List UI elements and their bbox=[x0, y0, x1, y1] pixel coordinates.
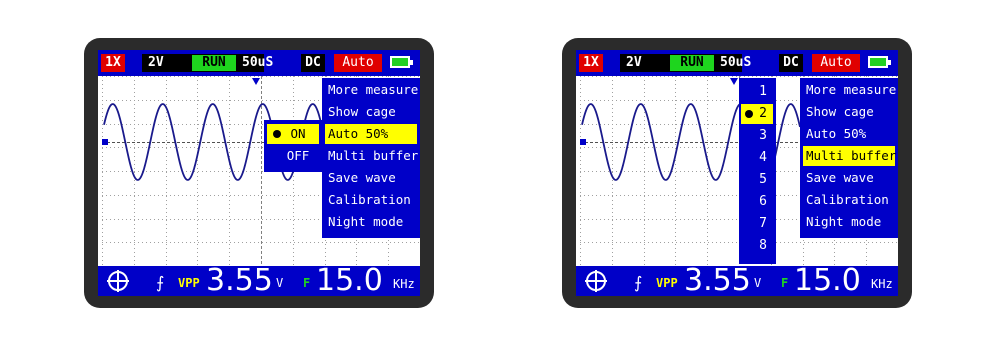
rising-edge-icon: ⨍ bbox=[634, 273, 643, 292]
menu-item-save-wave[interactable]: Save wave bbox=[803, 168, 895, 188]
submenu-option-off[interactable]: OFF bbox=[267, 146, 319, 166]
ground-marker-icon bbox=[102, 139, 108, 145]
submenu-option-on[interactable]: ON bbox=[267, 124, 319, 144]
coupling-mode[interactable]: DC bbox=[779, 54, 803, 72]
trigger-marker-icon bbox=[730, 78, 738, 85]
selected-dot-icon bbox=[273, 130, 281, 138]
crosshair-icon[interactable] bbox=[106, 269, 130, 293]
coupling-mode[interactable]: DC bbox=[301, 54, 325, 72]
vpp-unit: V bbox=[754, 276, 762, 290]
buffer-option-2[interactable]: 2 bbox=[741, 104, 773, 124]
menu-item-calibration[interactable]: Calibration bbox=[803, 190, 895, 210]
menu-item-auto-50[interactable]: Auto 50% bbox=[325, 124, 417, 144]
frequency-value: 15.0 bbox=[794, 263, 861, 296]
buffer-option-5[interactable]: 5 bbox=[741, 170, 773, 190]
measurement-bar: ⨍ VPP 3.55 V F 15.0 KHz bbox=[98, 263, 420, 296]
menu-item-auto-50[interactable]: Auto 50% bbox=[803, 124, 895, 144]
frequency-label: F bbox=[781, 276, 789, 290]
trigger-mode[interactable]: Auto bbox=[812, 54, 860, 72]
menu-item-more-measure[interactable]: More measure bbox=[325, 80, 418, 100]
run-status-badge[interactable]: RUN bbox=[192, 55, 236, 71]
oscilloscope-screen: 1X 2V RUN 50uS DC Auto More measure Show… bbox=[98, 50, 420, 296]
battery-tip bbox=[888, 60, 891, 65]
vpp-unit: V bbox=[276, 276, 284, 290]
auto50-submenu: ON OFF bbox=[264, 120, 322, 172]
probe-attenuation[interactable]: 1X bbox=[101, 54, 125, 72]
timebase[interactable]: 50uS bbox=[720, 54, 751, 72]
trigger-mode[interactable]: Auto bbox=[334, 54, 382, 72]
volts-per-div[interactable]: 2V bbox=[626, 54, 642, 72]
frequency-unit: KHz bbox=[871, 277, 893, 291]
menu-item-show-cage[interactable]: Show cage bbox=[803, 102, 895, 122]
context-menu: More measure Show cage Auto 50% Multi bu… bbox=[322, 78, 420, 238]
vpp-value: 3.55 bbox=[684, 263, 751, 296]
battery-icon bbox=[868, 56, 888, 68]
buffer-option-6[interactable]: 6 bbox=[741, 192, 773, 212]
trigger-marker-icon bbox=[252, 78, 260, 85]
menu-item-night-mode[interactable]: Night mode bbox=[325, 212, 417, 232]
status-bar: 1X 2V RUN 50uS DC Auto bbox=[576, 50, 898, 76]
menu-item-multi-buffer[interactable]: Multi buffer bbox=[803, 146, 896, 166]
frequency-value: 15.0 bbox=[316, 263, 383, 296]
submenu-option-on-label: ON bbox=[290, 126, 306, 141]
vpp-label: VPP bbox=[656, 276, 678, 290]
probe-attenuation[interactable]: 1X bbox=[579, 54, 603, 72]
submenu-option-off-label: OFF bbox=[286, 148, 310, 163]
oscilloscope-screen: 1X 2V RUN 50uS DC Auto 1 2 3 4 5 6 7 8 M… bbox=[576, 50, 898, 296]
oscilloscope-device-right: 1X 2V RUN 50uS DC Auto 1 2 3 4 5 6 7 8 M… bbox=[562, 38, 912, 308]
menu-item-multi-buffer[interactable]: Multi buffer bbox=[325, 146, 418, 166]
volts-per-div[interactable]: 2V bbox=[148, 54, 164, 72]
menu-item-more-measure[interactable]: More measure bbox=[803, 80, 896, 100]
frequency-unit: KHz bbox=[393, 277, 415, 291]
battery-tip bbox=[410, 60, 413, 65]
buffer-option-4[interactable]: 4 bbox=[741, 148, 773, 168]
buffer-option-1[interactable]: 1 bbox=[741, 82, 773, 102]
timebase[interactable]: 50uS bbox=[242, 54, 273, 72]
settings-box: 2V RUN 50uS bbox=[620, 54, 751, 72]
menu-item-save-wave[interactable]: Save wave bbox=[325, 168, 417, 188]
crosshair-icon[interactable] bbox=[584, 269, 608, 293]
rising-edge-icon: ⨍ bbox=[156, 273, 165, 292]
measurement-bar: ⨍ VPP 3.55 V F 15.0 KHz bbox=[576, 263, 898, 296]
battery-icon bbox=[390, 56, 410, 68]
selected-dot-icon bbox=[745, 110, 753, 118]
status-bar: 1X 2V RUN 50uS DC Auto bbox=[98, 50, 420, 76]
buffer-option-8[interactable]: 8 bbox=[741, 236, 773, 256]
vpp-label: VPP bbox=[178, 276, 200, 290]
buffer-option-3[interactable]: 3 bbox=[741, 126, 773, 146]
frequency-label: F bbox=[303, 276, 311, 290]
buffer-option-2-label: 2 bbox=[759, 106, 767, 121]
run-status-badge[interactable]: RUN bbox=[670, 55, 714, 71]
menu-item-show-cage[interactable]: Show cage bbox=[325, 102, 417, 122]
oscilloscope-device-left: 1X 2V RUN 50uS DC Auto More measure Show… bbox=[84, 38, 434, 308]
ground-marker-icon bbox=[580, 139, 586, 145]
context-menu: More measure Show cage Auto 50% Multi bu… bbox=[800, 78, 898, 238]
buffer-selector: 1 2 3 4 5 6 7 8 bbox=[739, 78, 776, 264]
buffer-option-7[interactable]: 7 bbox=[741, 214, 773, 234]
menu-item-calibration[interactable]: Calibration bbox=[325, 190, 417, 210]
settings-box: 2V RUN 50uS bbox=[142, 54, 273, 72]
vpp-value: 3.55 bbox=[206, 263, 273, 296]
menu-item-night-mode[interactable]: Night mode bbox=[803, 212, 895, 232]
